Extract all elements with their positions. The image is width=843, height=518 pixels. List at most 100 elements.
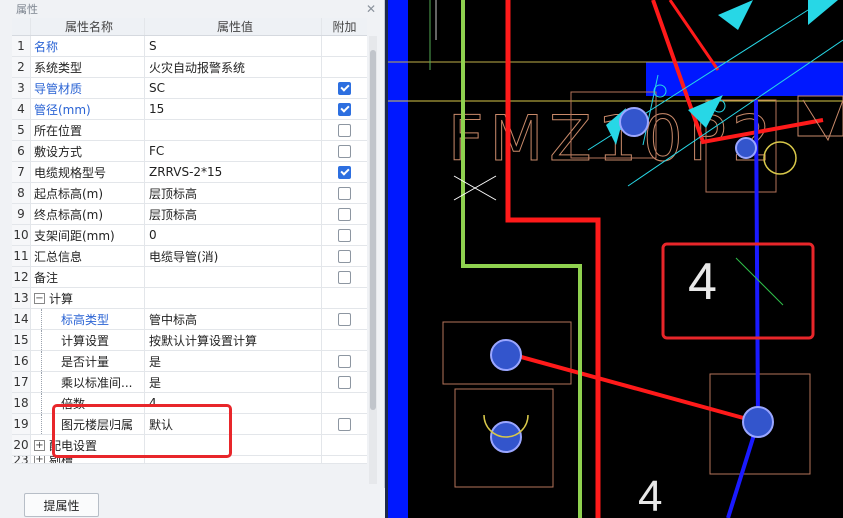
property-name-text: 管径(mm) bbox=[34, 102, 91, 117]
row-index: 4 bbox=[12, 99, 31, 119]
property-value[interactable] bbox=[145, 267, 322, 287]
property-row[interactable]: 1 名称 S bbox=[12, 36, 367, 57]
name-column-header[interactable]: 属性名称 bbox=[31, 18, 145, 35]
checkbox-checked[interactable] bbox=[338, 165, 351, 179]
checkbox[interactable] bbox=[338, 144, 351, 158]
row-index: 13 bbox=[12, 288, 31, 308]
property-value[interactable]: 15 bbox=[145, 99, 322, 119]
property-value[interactable]: 按默认计算设置计算 bbox=[145, 330, 322, 350]
property-name-text: 标高类型 bbox=[61, 312, 110, 327]
property-value[interactable]: 层顶标高 bbox=[145, 204, 322, 224]
property-value[interactable]: 层顶标高 bbox=[145, 183, 322, 203]
property-name: 所在位置 bbox=[31, 120, 145, 140]
property-row[interactable]: 2 系统类型 火灾自动报警系统 bbox=[12, 57, 367, 78]
cad-canvas[interactable]: FMZ10P2 4 4 bbox=[388, 0, 843, 518]
checkbox[interactable] bbox=[338, 228, 351, 242]
row-index: 18 bbox=[12, 393, 31, 413]
property-panel: 属性 ✕ 属性名称 属性值 附加 1 名称 S 2 系统类型 火灾自动报警系统 3 导管材质 S… bbox=[0, 0, 385, 518]
property-row[interactable]: 16 是否计量 是 bbox=[12, 351, 367, 372]
checkbox[interactable] bbox=[338, 375, 351, 389]
property-name-text: 系统类型 bbox=[34, 60, 83, 75]
property-name: 敷设方式 bbox=[31, 141, 145, 161]
add-cell bbox=[322, 36, 367, 56]
panel-header: 属性 ✕ bbox=[0, 0, 384, 18]
blue-wall-left bbox=[398, 0, 408, 518]
cad-drawing: FMZ10P2 bbox=[388, 0, 843, 518]
property-value[interactable]: FC bbox=[145, 141, 322, 161]
row-index: 23 bbox=[12, 456, 31, 463]
property-row[interactable]: 17 乘以标准间... 是 bbox=[12, 372, 367, 393]
property-value[interactable]: SC bbox=[145, 78, 322, 98]
row-index: 11 bbox=[12, 246, 31, 266]
property-value[interactable]: S bbox=[145, 36, 322, 56]
property-row[interactable]: 14 标高类型 管中标高 bbox=[12, 309, 367, 330]
property-value[interactable]: 0 bbox=[145, 225, 322, 245]
property-name: 电缆规格型号 bbox=[31, 162, 145, 182]
red-highlight-box bbox=[661, 242, 815, 340]
property-name: 支架间距(mm) bbox=[31, 225, 145, 245]
box-label: 4 bbox=[688, 253, 717, 311]
expand-icon[interactable]: + bbox=[34, 439, 45, 451]
property-value[interactable]: 管中标高 bbox=[145, 309, 322, 329]
property-name-text: 名称 bbox=[34, 39, 59, 54]
checkbox-checked[interactable] bbox=[338, 81, 351, 95]
row-index: 8 bbox=[12, 183, 31, 203]
property-value[interactable] bbox=[145, 120, 322, 140]
property-value[interactable]: ZRRVS-2*15 bbox=[145, 162, 322, 182]
value-column-header[interactable]: 属性值 bbox=[145, 18, 322, 35]
vertical-scrollbar[interactable] bbox=[369, 36, 377, 484]
property-row[interactable]: 8 起点标高(m) 层顶标高 bbox=[12, 183, 367, 204]
property-row[interactable]: 3 导管材质 SC bbox=[12, 78, 367, 99]
property-row[interactable]: 13− 计算 bbox=[12, 288, 367, 309]
checkbox[interactable] bbox=[338, 354, 351, 368]
property-row[interactable]: 5 所在位置 bbox=[12, 120, 367, 141]
property-name: 管径(mm) bbox=[31, 99, 145, 119]
add-column-header[interactable]: 附加 bbox=[322, 18, 367, 35]
add-cell bbox=[322, 225, 367, 245]
checkbox[interactable] bbox=[338, 417, 351, 431]
property-name-text: 导管材质 bbox=[34, 81, 83, 96]
property-row[interactable]: 7 电缆规格型号 ZRRVS-2*15 bbox=[12, 162, 367, 183]
close-icon[interactable]: ✕ bbox=[366, 2, 376, 16]
property-row[interactable]: 11 汇总信息 电缆导管(消) bbox=[12, 246, 367, 267]
red-cable-4 bbox=[502, 350, 759, 424]
add-cell bbox=[322, 330, 367, 350]
property-name: 终点标高(m) bbox=[31, 204, 145, 224]
checkbox[interactable] bbox=[338, 249, 351, 263]
property-value[interactable]: 火灾自动报警系统 bbox=[145, 57, 322, 77]
property-value[interactable] bbox=[145, 288, 322, 308]
checkbox[interactable] bbox=[338, 123, 351, 137]
checkbox[interactable] bbox=[338, 207, 351, 221]
property-name-text: 电缆规格型号 bbox=[34, 165, 107, 180]
property-name-text: 起点标高(m) bbox=[34, 186, 104, 201]
property-value[interactable]: 是 bbox=[145, 372, 322, 392]
property-row[interactable]: 9 终点标高(m) 层顶标高 bbox=[12, 204, 367, 225]
property-name-text: 计算设置 bbox=[61, 333, 110, 348]
scroll-thumb[interactable] bbox=[370, 50, 376, 410]
checkbox[interactable] bbox=[338, 270, 351, 284]
highlight-box bbox=[52, 404, 232, 458]
property-name-text: 计算 bbox=[49, 291, 74, 306]
property-row[interactable]: 4 管径(mm) 15 bbox=[12, 99, 367, 120]
collapse-icon[interactable]: − bbox=[34, 292, 45, 304]
cyan-arrow-2 bbox=[808, 0, 838, 25]
row-index: 10 bbox=[12, 225, 31, 245]
property-row[interactable]: 10 支架间距(mm) 0 bbox=[12, 225, 367, 246]
checkbox[interactable] bbox=[338, 186, 351, 200]
add-cell bbox=[322, 99, 367, 119]
checkbox-checked[interactable] bbox=[338, 102, 351, 116]
expand-icon[interactable]: + bbox=[34, 456, 45, 463]
property-row[interactable]: 15 计算设置 按默认计算设置计算 bbox=[12, 330, 367, 351]
extract-properties-button[interactable]: 提属性 bbox=[24, 493, 99, 517]
property-row[interactable]: 12 备注 bbox=[12, 267, 367, 288]
property-value[interactable]: 是 bbox=[145, 351, 322, 371]
property-name: 汇总信息 bbox=[31, 246, 145, 266]
property-name-text: 汇总信息 bbox=[34, 249, 83, 264]
property-value[interactable]: 电缆导管(消) bbox=[145, 246, 322, 266]
property-row[interactable]: 6 敷设方式 FC bbox=[12, 141, 367, 162]
add-cell bbox=[322, 246, 367, 266]
add-cell bbox=[322, 288, 367, 308]
add-cell bbox=[322, 309, 367, 329]
add-cell bbox=[322, 456, 367, 463]
checkbox[interactable] bbox=[338, 312, 351, 326]
